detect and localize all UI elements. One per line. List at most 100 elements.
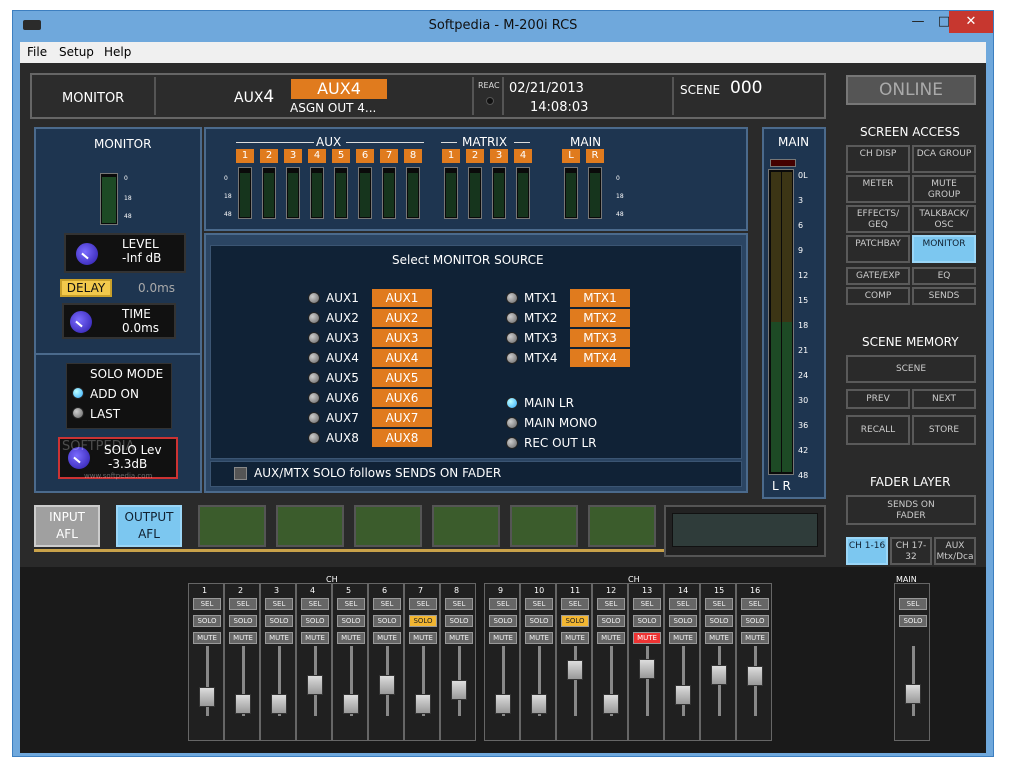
solo-button[interactable]: SOLO: [265, 615, 293, 627]
menu-help[interactable]: Help: [104, 45, 131, 59]
aux-bus-1-label[interactable]: 1: [236, 149, 254, 163]
solo-button[interactable]: SOLO: [489, 615, 517, 627]
time-knob[interactable]: [68, 309, 94, 335]
aux3-name[interactable]: AUX3: [372, 329, 432, 347]
level-knob[interactable]: [74, 241, 100, 267]
matrix-bus-3-label[interactable]: 3: [490, 149, 508, 163]
sel-button[interactable]: SEL: [265, 598, 293, 610]
aux5-radio[interactable]: [308, 372, 320, 384]
fader-cap[interactable]: [415, 693, 431, 714]
sel-button[interactable]: SEL: [489, 598, 517, 610]
delay-button[interactable]: DELAY: [60, 279, 112, 297]
aux-bus-2-label[interactable]: 2: [260, 149, 278, 163]
solo-button[interactable]: SOLO: [561, 615, 589, 627]
aux2-name[interactable]: AUX2: [372, 309, 432, 327]
layer-ch-17-32[interactable]: CH 17-32: [890, 537, 932, 565]
sends-on-fader-button[interactable]: SENDS ON FADER: [846, 495, 976, 525]
mute-button[interactable]: MUTE: [265, 632, 293, 644]
solo-button[interactable]: SOLO: [525, 615, 553, 627]
solo-button[interactable]: SOLO: [741, 615, 769, 627]
mute-button[interactable]: MUTE: [633, 632, 661, 644]
user-button[interactable]: [432, 505, 500, 547]
mtx4-name[interactable]: MTX4: [570, 349, 630, 367]
fader-cap[interactable]: [271, 693, 287, 714]
mute-button[interactable]: MUTE: [525, 632, 553, 644]
mute-button[interactable]: MUTE: [337, 632, 365, 644]
aux6-name[interactable]: AUX6: [372, 389, 432, 407]
fader-cap[interactable]: [531, 693, 547, 714]
mtx3-radio[interactable]: [506, 332, 518, 344]
mtx1-name[interactable]: MTX1: [570, 289, 630, 307]
recall-button[interactable]: RECALL: [846, 415, 910, 445]
mute-button[interactable]: MUTE: [373, 632, 401, 644]
screen-patchbay-button[interactable]: PATCHBAY: [846, 235, 910, 263]
assign-output[interactable]: ASGN OUT 4...: [290, 101, 376, 115]
sel-button[interactable]: SEL: [373, 598, 401, 610]
aux-bus-4-label[interactable]: 4: [308, 149, 326, 163]
layer-ch-1-16[interactable]: CH 1-16: [846, 537, 888, 565]
sel-button[interactable]: SEL: [669, 598, 697, 610]
aux2-radio[interactable]: [308, 312, 320, 324]
aux8-radio[interactable]: [308, 432, 320, 444]
solo-button[interactable]: SOLO: [669, 615, 697, 627]
matrix-bus-2-label[interactable]: 2: [466, 149, 484, 163]
sel-button[interactable]: SEL: [633, 598, 661, 610]
matrix-bus-1-label[interactable]: 1: [442, 149, 460, 163]
menu-file[interactable]: File: [27, 45, 47, 59]
aux6-radio[interactable]: [308, 392, 320, 404]
screen-talkback-osc-button[interactable]: TALKBACK/ OSC: [912, 205, 976, 233]
solo-button[interactable]: SOLO: [409, 615, 437, 627]
aux-bus-5-label[interactable]: 5: [332, 149, 350, 163]
sel-button[interactable]: SEL: [445, 598, 473, 610]
close-button[interactable]: ✕: [949, 11, 993, 33]
user-button[interactable]: [198, 505, 266, 547]
sel-button[interactable]: SEL: [193, 598, 221, 610]
sel-button[interactable]: SEL: [561, 598, 589, 610]
solo-button[interactable]: SOLO: [229, 615, 257, 627]
fader-cap[interactable]: [379, 675, 395, 695]
fader-cap[interactable]: [603, 693, 619, 714]
mute-button[interactable]: MUTE: [741, 632, 769, 644]
input-afl-button[interactable]: INPUT AFL: [34, 505, 100, 547]
screen-dca-group-button[interactable]: DCA GROUP: [912, 145, 976, 173]
fader-cap[interactable]: [711, 665, 727, 685]
mute-button[interactable]: MUTE: [301, 632, 329, 644]
screen-ch-disp-button[interactable]: CH DISP: [846, 145, 910, 173]
screen-effects-geq-button[interactable]: EFFECTS/ GEQ: [846, 205, 910, 233]
sel-button[interactable]: SEL: [409, 598, 437, 610]
mtx2-name[interactable]: MTX2: [570, 309, 630, 327]
sel-button[interactable]: SEL: [597, 598, 625, 610]
follows-checkbox[interactable]: [234, 467, 247, 480]
screen-comp-button[interactable]: COMP: [846, 287, 910, 305]
mtx3-name[interactable]: MTX3: [570, 329, 630, 347]
aux3-radio[interactable]: [308, 332, 320, 344]
main-solo-button[interactable]: SOLO: [899, 615, 927, 627]
main-fader-cap[interactable]: [905, 683, 921, 704]
solo-button[interactable]: SOLO: [193, 615, 221, 627]
last-radio[interactable]: [72, 407, 84, 419]
solo-button[interactable]: SOLO: [597, 615, 625, 627]
user-button[interactable]: [276, 505, 344, 547]
sel-button[interactable]: SEL: [741, 598, 769, 610]
aux4-name[interactable]: AUX4: [372, 349, 432, 367]
scene-button[interactable]: SCENE: [846, 355, 976, 383]
screen-sends-button[interactable]: SENDS: [912, 287, 976, 305]
mtx1-radio[interactable]: [506, 292, 518, 304]
aux-bus-3-label[interactable]: 3: [284, 149, 302, 163]
mute-button[interactable]: MUTE: [705, 632, 733, 644]
mute-button[interactable]: MUTE: [489, 632, 517, 644]
output-afl-button[interactable]: OUTPUT AFL: [116, 505, 182, 547]
sel-button[interactable]: SEL: [705, 598, 733, 610]
user-button[interactable]: [588, 505, 656, 547]
layer-aux-mtx-dca[interactable]: AUX Mtx/Dca: [934, 537, 976, 565]
prev-button[interactable]: PREV: [846, 389, 910, 409]
aux4-radio[interactable]: [308, 352, 320, 364]
sel-button[interactable]: SEL: [337, 598, 365, 610]
solo-button[interactable]: SOLO: [373, 615, 401, 627]
main-bus-R-label[interactable]: R: [586, 149, 604, 163]
main-sel-button[interactable]: SEL: [899, 598, 927, 610]
aux1-name[interactable]: AUX1: [372, 289, 432, 307]
main-lr-radio[interactable]: [506, 397, 518, 409]
aux-bus-6-label[interactable]: 6: [356, 149, 374, 163]
store-button[interactable]: STORE: [912, 415, 976, 445]
